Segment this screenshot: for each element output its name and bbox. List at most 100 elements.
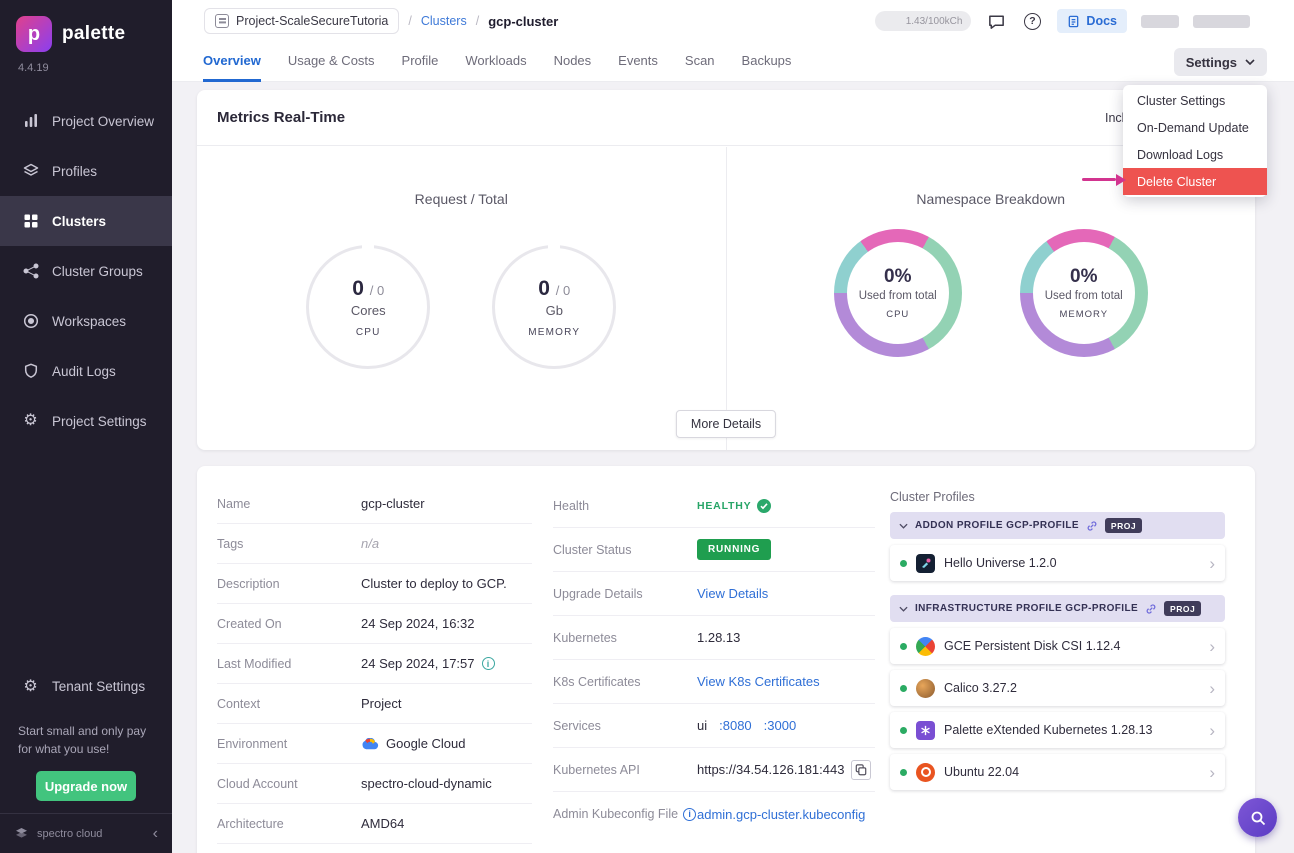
status-row-upgrade-details: Upgrade Details View Details (553, 572, 875, 616)
tab-usage-costs[interactable]: Usage & Costs (288, 42, 375, 82)
tab-overview[interactable]: Overview (203, 42, 261, 82)
sidebar-item-clusters[interactable]: Clusters (0, 196, 172, 246)
memory-gauge: 0 / 0 Gb MEMORY (492, 245, 616, 369)
profile-item-gce-disk-csi[interactable]: GCE Persistent Disk CSI 1.12.4 › (890, 628, 1225, 664)
detail-row-last-modified: Last Modified 24 Sep 2024, 17:57i (217, 644, 532, 684)
tenant-settings-label: Tenant Settings (52, 679, 145, 694)
view-k8s-certificates-link[interactable]: View K8s Certificates (697, 674, 820, 689)
shield-icon (22, 363, 39, 380)
annotation-arrow (1082, 173, 1128, 186)
memory-donut-percent: 0% (1070, 266, 1097, 288)
status-column: Health HEALTHY Cluster Status RUNNING Up… (553, 484, 875, 836)
service-port-link[interactable]: :3000 (764, 718, 797, 733)
brand: p palette (0, 0, 172, 52)
hello-universe-icon (916, 554, 935, 573)
sidebar-item-cluster-groups[interactable]: Cluster Groups (0, 246, 172, 296)
donut-row: 0% Used from total CPU 0% Used from tota… (834, 229, 1148, 357)
more-details-button[interactable]: More Details (676, 410, 776, 438)
sidebar-footer: spectro cloud ‹ (0, 813, 172, 853)
tab-scan[interactable]: Scan (685, 42, 715, 82)
request-total-panel: Request / Total 0 / 0 Cores CPU 0 / 0 Gb… (197, 147, 727, 450)
network-nodes-icon (22, 263, 39, 280)
breadcrumb: Project-ScaleSecureTutoria / Clusters / … (172, 0, 1294, 42)
kubeconfig-download-link[interactable]: admin.gcp-cluster.kubeconfig (697, 807, 865, 822)
sidebar-item-project-settings[interactable]: ⚙ Project Settings (0, 396, 172, 446)
target-icon (22, 313, 39, 330)
info-icon[interactable]: i (683, 808, 696, 821)
menu-item-on-demand-update[interactable]: On-Demand Update (1123, 114, 1267, 141)
sidebar-item-tenant-settings[interactable]: ⚙ Tenant Settings (0, 662, 172, 712)
redacted-user-name[interactable] (1193, 15, 1250, 28)
infrastructure-profile-header[interactable]: INFRASTRUCTURE PROFILE GCP-PROFILE PROJ (890, 595, 1225, 622)
upgrade-promo-text: Start small and only pay for what you us… (0, 712, 172, 763)
sidebar-item-project-overview[interactable]: Project Overview (0, 96, 172, 146)
breadcrumb-separator: / (408, 14, 411, 28)
sidebar-item-workspaces[interactable]: Workspaces (0, 296, 172, 346)
sidebar-item-label: Clusters (52, 214, 106, 229)
detail-row-cloud-account: Cloud Account spectro-cloud-dynamic (217, 764, 532, 804)
help-icon[interactable]: ? (1021, 10, 1043, 32)
magnifier-icon (1249, 809, 1267, 827)
cluster-profiles-title: Cluster Profiles (890, 490, 1225, 504)
view-details-link[interactable]: View Details (697, 586, 768, 601)
menu-item-delete-cluster[interactable]: Delete Cluster (1123, 168, 1267, 195)
collapse-sidebar-icon[interactable]: ‹ (153, 825, 158, 843)
tab-backups[interactable]: Backups (742, 42, 792, 82)
settings-button[interactable]: Settings (1174, 48, 1267, 76)
service-port-link[interactable]: :8080 (719, 718, 752, 733)
memory-donut-caption: Used from total (1045, 290, 1123, 302)
check-circle-icon (757, 499, 771, 513)
chat-icon[interactable] (985, 10, 1007, 32)
chevron-right-icon: › (1209, 638, 1215, 655)
tab-events[interactable]: Events (618, 42, 658, 82)
docs-button[interactable]: Docs (1057, 9, 1127, 33)
chevron-right-icon: › (1209, 680, 1215, 697)
info-icon[interactable]: i (482, 657, 495, 670)
profile-item-hello-universe[interactable]: Hello Universe 1.2.0 › (890, 545, 1225, 581)
cluster-tabs: Overview Usage & Costs Profile Workloads… (172, 42, 1294, 82)
status-dot (900, 560, 907, 567)
breadcrumb-clusters-link[interactable]: Clusters (421, 14, 467, 28)
document-icon (1067, 15, 1080, 28)
cpu-gauge-value: 0 (352, 277, 364, 300)
tab-nodes[interactable]: Nodes (554, 42, 592, 82)
profile-item-palette-extended-kubernetes[interactable]: Palette eXtended Kubernetes 1.28.13 › (890, 712, 1225, 748)
request-total-heading: Request / Total (415, 191, 508, 207)
palette-extended-kubernetes-icon (916, 721, 935, 740)
google-cloud-icon (361, 738, 379, 750)
status-dot (900, 685, 907, 692)
project-selector[interactable]: Project-ScaleSecureTutoria (204, 8, 399, 34)
chevron-down-icon (899, 606, 908, 612)
tab-profile[interactable]: Profile (402, 42, 439, 82)
sidebar-item-label: Project Overview (52, 114, 154, 129)
usage-quota-pill: 1.43/100kCh (875, 11, 971, 31)
ubuntu-icon (916, 763, 935, 782)
gear-icon: ⚙ (22, 678, 39, 695)
addon-profile-header[interactable]: ADDON PROFILE GCP-PROFILE PROJ (890, 512, 1225, 539)
cluster-profiles-column: Cluster Profiles ADDON PROFILE GCP-PROFI… (890, 490, 1225, 790)
gauge-row: 0 / 0 Cores CPU 0 / 0 Gb MEMORY (306, 245, 616, 369)
metrics-clipped-text: Incl (1105, 111, 1124, 125)
bar-chart-icon (22, 113, 39, 130)
palette-logo-icon: p (16, 16, 52, 52)
menu-item-cluster-settings[interactable]: Cluster Settings (1123, 87, 1267, 114)
gear-icon: ⚙ (22, 413, 39, 430)
status-dot (900, 643, 907, 650)
sidebar-item-label: Cluster Groups (52, 264, 143, 279)
search-assistant-button[interactable] (1238, 798, 1277, 837)
sidebar-item-audit-logs[interactable]: Audit Logs (0, 346, 172, 396)
profile-item-ubuntu[interactable]: Ubuntu 22.04 › (890, 754, 1225, 790)
menu-item-download-logs[interactable]: Download Logs (1123, 141, 1267, 168)
sidebar-item-label: Project Settings (52, 414, 147, 429)
docs-label: Docs (1086, 14, 1117, 28)
running-badge: RUNNING (697, 539, 771, 560)
copy-icon[interactable] (851, 760, 871, 780)
redacted-user-info[interactable] (1141, 15, 1179, 28)
spectrocloud-logo-icon (14, 828, 29, 839)
tab-workloads[interactable]: Workloads (465, 42, 526, 82)
sidebar-bottom: ⚙ Tenant Settings Start small and only p… (0, 662, 172, 853)
sidebar-item-profiles[interactable]: Profiles (0, 146, 172, 196)
upgrade-now-button[interactable]: Upgrade now (36, 771, 136, 801)
breadcrumb-separator: / (476, 14, 479, 28)
profile-item-calico[interactable]: Calico 3.27.2 › (890, 670, 1225, 706)
